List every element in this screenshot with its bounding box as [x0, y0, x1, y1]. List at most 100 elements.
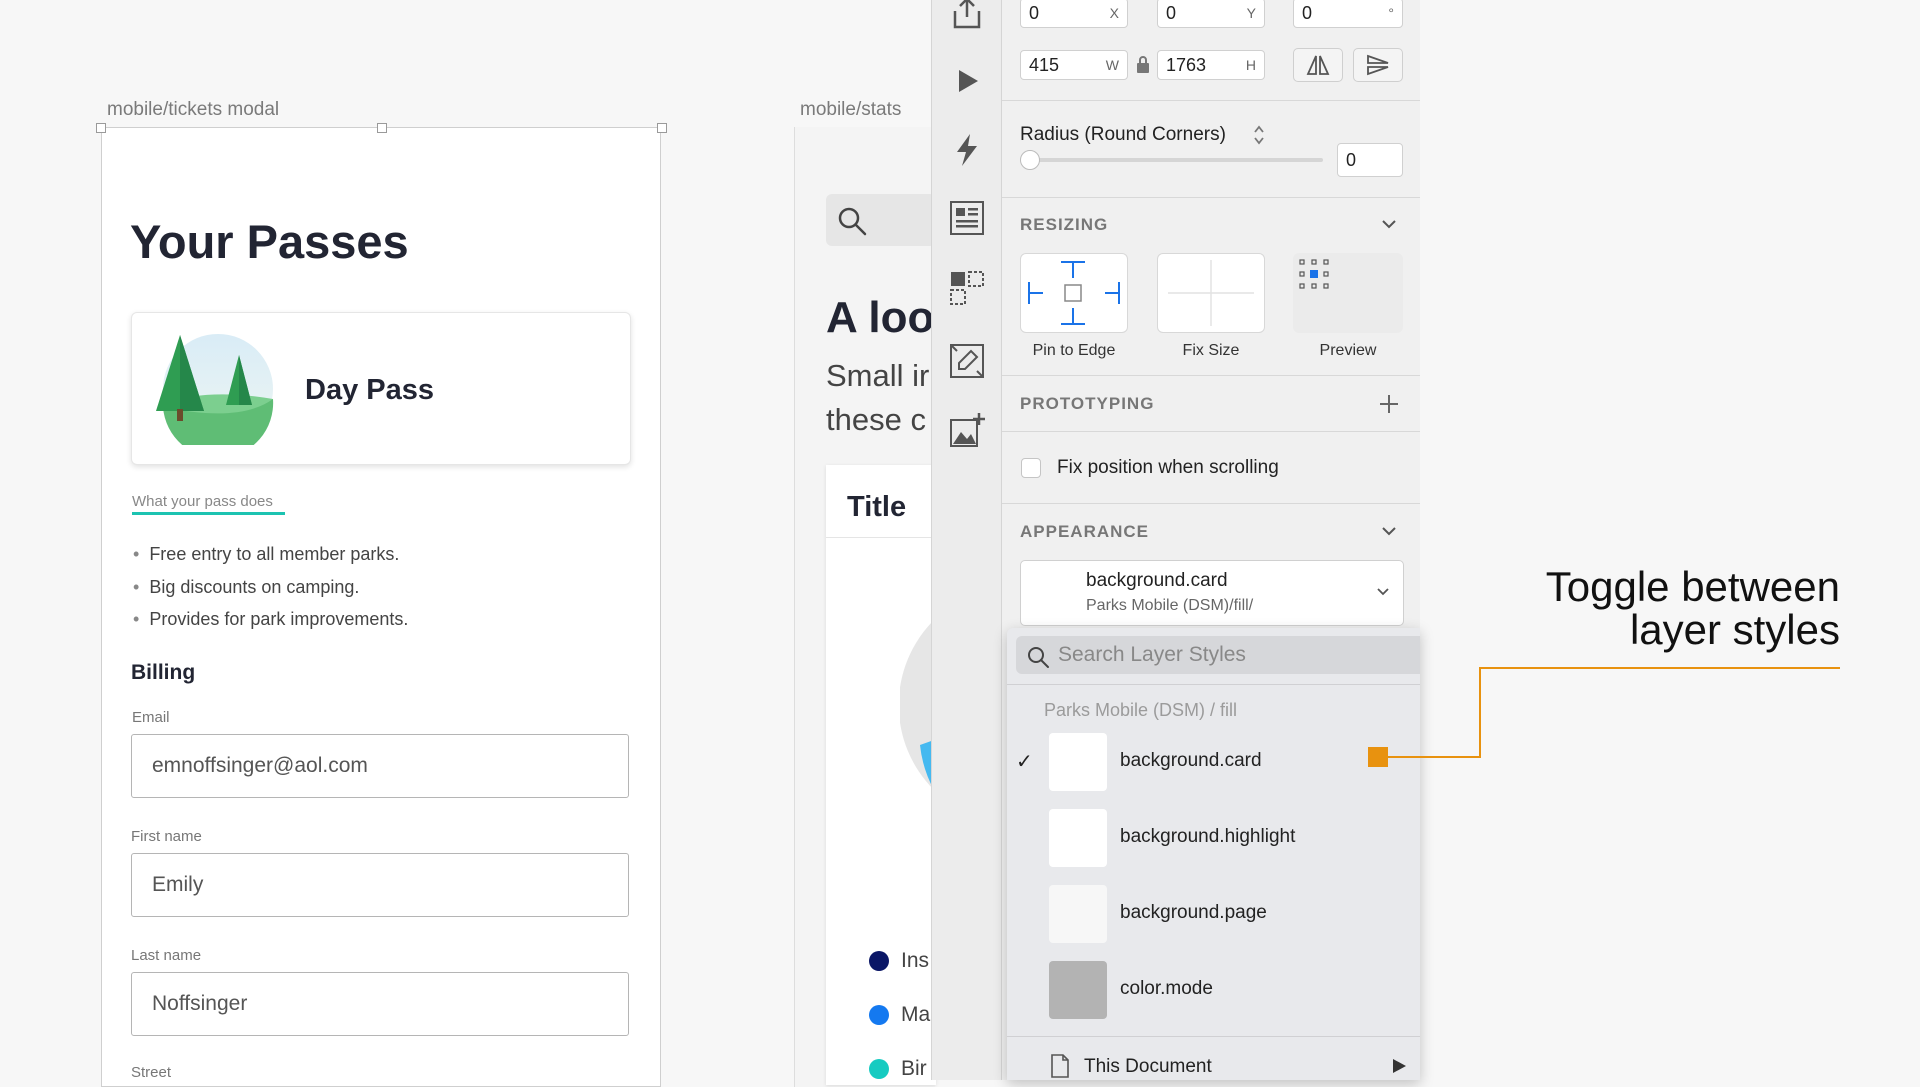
card-divider [826, 537, 936, 538]
x-suffix: X [1109, 5, 1119, 21]
divider [1002, 503, 1420, 504]
style-swatch [1049, 809, 1107, 867]
link-underline [132, 512, 285, 515]
artboard-tickets-modal[interactable] [101, 127, 661, 1087]
billing-heading: Billing [131, 661, 196, 684]
y-suffix: Y [1246, 5, 1256, 21]
plus-icon[interactable] [1379, 394, 1399, 414]
search-icon [1028, 647, 1049, 668]
width-suffix: W [1105, 57, 1119, 73]
artboard-label-stats[interactable]: mobile/stats [800, 99, 901, 121]
fix-position-checkbox[interactable] [1021, 458, 1041, 478]
forest-illustration-icon [156, 334, 274, 445]
selection-handle[interactable] [657, 123, 667, 133]
selection-handle[interactable] [377, 123, 387, 133]
lock-icon[interactable] [1135, 54, 1151, 74]
divider [1002, 197, 1420, 198]
lightning-icon[interactable] [946, 129, 988, 171]
stats-heading: A loo [826, 293, 932, 342]
radius-slider-thumb[interactable] [1020, 150, 1040, 170]
add-image-icon[interactable] [946, 409, 988, 451]
flip-horizontal-button[interactable] [1293, 48, 1343, 82]
fix-size-button[interactable] [1157, 253, 1265, 333]
height-suffix: H [1245, 57, 1256, 73]
flip-vertical-icon [1367, 54, 1389, 76]
divider [1002, 100, 1420, 101]
height-input[interactable]: 1763 H [1157, 50, 1265, 80]
preview-label: Preview [1319, 342, 1377, 359]
divider [1002, 375, 1420, 376]
layout-icon[interactable] [946, 197, 988, 239]
style-name: background.card [1120, 750, 1262, 771]
resize-preview [1293, 253, 1403, 333]
last-name-label: Last name [131, 947, 202, 964]
style-swatch [1049, 961, 1107, 1019]
legend-label: Bir [901, 1057, 927, 1080]
last-name-field[interactable] [131, 972, 629, 1036]
chevron-down-icon[interactable] [1376, 586, 1390, 598]
stats-card-title: Title [847, 491, 907, 523]
stats-body-line: Small ir [826, 358, 930, 393]
legend-dot [869, 1059, 889, 1079]
first-name-label: First name [131, 828, 202, 845]
share-icon[interactable] [946, 0, 988, 34]
y-position-input[interactable]: 0Y [1157, 0, 1265, 28]
style-name: color.mode [1120, 978, 1213, 999]
day-pass-label: Day Pass [305, 374, 434, 406]
stepper-icon[interactable] [1252, 124, 1266, 146]
rotation-input[interactable]: 0 ° [1293, 0, 1403, 28]
selection-handle[interactable] [96, 123, 106, 133]
resizing-section-title: RESIZING [1020, 215, 1109, 234]
annotation-line: layer styles [1629, 606, 1840, 653]
width-input[interactable]: 415 W [1020, 50, 1128, 80]
this-document-label: This Document [1084, 1056, 1212, 1077]
email-field[interactable] [131, 734, 629, 798]
pin-to-edge-button[interactable] [1020, 253, 1128, 333]
fix-position-label: Fix position when scrolling [1057, 457, 1279, 478]
first-name-field[interactable] [131, 853, 629, 917]
artboard-label-tickets[interactable]: mobile/tickets modal [107, 99, 279, 121]
chevron-right-icon [1393, 1059, 1406, 1073]
radius-input[interactable]: 0 [1337, 143, 1403, 177]
pin-to-edge-label: Pin to Edge [1032, 342, 1116, 359]
email-label: Email [132, 709, 170, 726]
fix-size-icon [1168, 260, 1254, 326]
width-value: 415 [1029, 55, 1060, 75]
street-label: Street [131, 1064, 172, 1081]
stats-body-line: these c [826, 402, 926, 437]
x-position-input[interactable]: 0X [1020, 0, 1128, 28]
flip-horizontal-icon [1306, 55, 1330, 75]
appearance-section-title: APPEARANCE [1020, 522, 1150, 541]
list-item: Big discounts on camping. [133, 577, 359, 598]
legend-label: Ins [901, 949, 930, 972]
legend-dot [869, 951, 889, 971]
radius-slider-track[interactable] [1027, 158, 1323, 162]
x-value: 0 [1029, 3, 1040, 23]
play-icon[interactable] [946, 60, 988, 102]
fix-size-label: Fix Size [1182, 342, 1240, 359]
page-title: Your Passes [130, 215, 409, 268]
legend-dot [869, 1005, 889, 1025]
legend-label: Ma [901, 1003, 931, 1026]
height-value: 1763 [1166, 55, 1207, 75]
pass-info-link[interactable]: What your pass does [132, 493, 273, 510]
document-icon [1051, 1054, 1069, 1078]
rotation-suffix: ° [1388, 5, 1394, 21]
chevron-down-icon[interactable] [1380, 523, 1398, 539]
style-swatch [1049, 733, 1107, 791]
search-icon [838, 207, 867, 236]
symbol-icon[interactable] [946, 267, 988, 309]
divider [1002, 431, 1420, 432]
prototyping-section-title: PROTOTYPING [1020, 394, 1155, 413]
style-name: background.page [1120, 902, 1267, 923]
list-item: Free entry to all member parks. [133, 544, 399, 565]
edit-image-icon[interactable] [946, 340, 988, 382]
style-swatch [1049, 885, 1107, 943]
style-name: background.highlight [1120, 826, 1296, 847]
annotation-connector [1368, 667, 1840, 767]
chevron-down-icon[interactable] [1380, 216, 1398, 232]
radius-label: Radius (Round Corners) [1020, 124, 1226, 145]
pin-to-edge-icon [1028, 261, 1120, 325]
flip-vertical-button[interactable] [1353, 48, 1403, 82]
resize-preview-icon [1299, 259, 1329, 289]
